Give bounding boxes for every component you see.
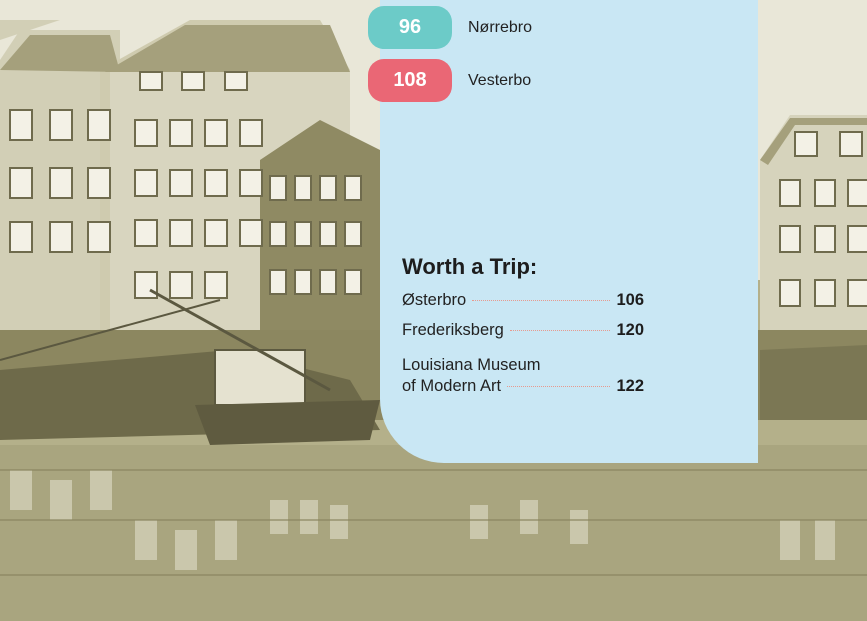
toc-entry-vesterbo[interactable]: 108 Vesterbo <box>368 59 532 102</box>
toc-entry-louisiana-museum[interactable]: Louisiana Museum of Modern Art 122 <box>402 355 644 397</box>
page-number-badge: 108 <box>368 59 452 102</box>
dot-leader <box>509 330 611 331</box>
trip-item-name-line2: of Modern Art <box>402 377 502 395</box>
page-number-badge: 96 <box>368 6 452 49</box>
trip-item-name-line1: Louisiana Museum <box>402 356 541 374</box>
trip-item-page: 106 <box>616 291 644 309</box>
toc-entry-norrebro[interactable]: 96 Nørrebro <box>368 6 533 49</box>
trip-item-page: 122 <box>616 377 644 395</box>
dot-leader <box>472 300 611 301</box>
neighbourhood-name: Vesterbo <box>468 71 532 89</box>
neighbourhood-name: Nørrebro <box>468 18 533 36</box>
trip-item-name: Østerbro <box>402 291 467 309</box>
trip-item-page: 120 <box>616 321 644 339</box>
dot-leader <box>507 386 611 387</box>
trip-item-name: Frederiksberg <box>402 321 504 339</box>
toc-entry-osterbro[interactable]: Østerbro 106 <box>402 290 644 311</box>
toc-entry-frederiksberg[interactable]: Frederiksberg 120 <box>402 320 644 341</box>
worth-a-trip-heading: Worth a Trip: <box>402 254 538 279</box>
